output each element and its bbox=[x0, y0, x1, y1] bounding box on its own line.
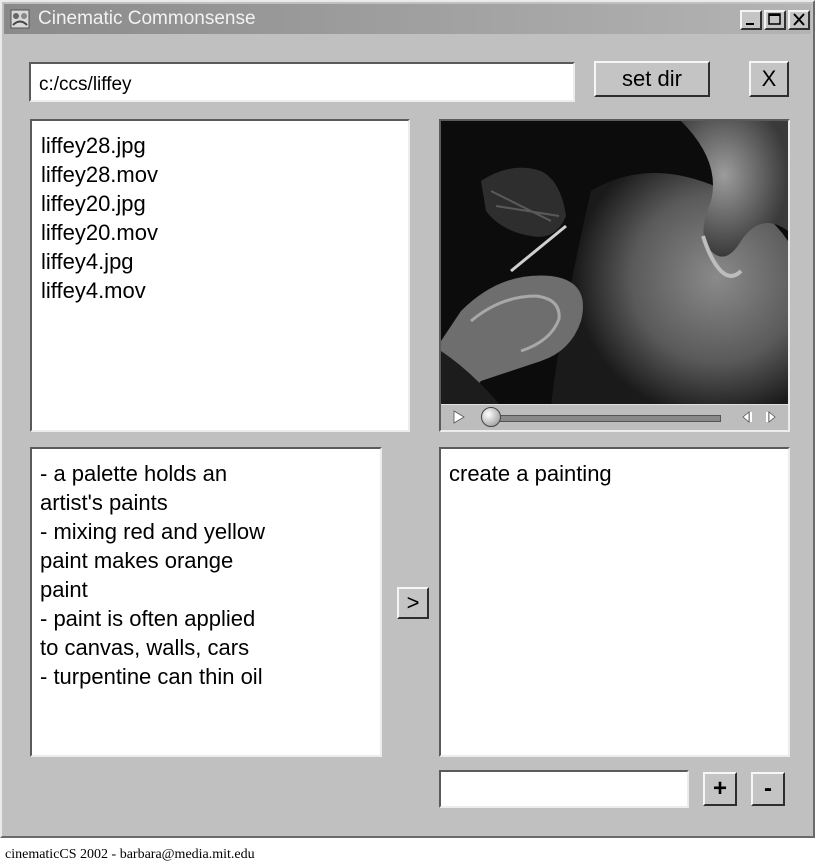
list-item: - turpentine can thin oil bbox=[40, 664, 263, 689]
app-window: Cinematic Commonsense c:/ccs/liffey set … bbox=[0, 0, 815, 838]
close-window-button[interactable] bbox=[788, 10, 810, 30]
play-icon[interactable] bbox=[447, 405, 471, 429]
list-item[interactable]: liffey4.mov bbox=[41, 276, 408, 305]
list-item: - a palette holds an bbox=[40, 461, 228, 486]
list-item[interactable]: liffey28.mov bbox=[41, 160, 408, 189]
progress-scrubber[interactable] bbox=[481, 407, 501, 427]
clear-path-button[interactable]: X bbox=[749, 61, 789, 97]
directory-path-value: c:/ccs/liffey bbox=[39, 74, 132, 95]
commonsense-list[interactable]: - a palette holds an artist's paints - m… bbox=[30, 447, 382, 757]
directory-path-field[interactable]: c:/ccs/liffey bbox=[29, 62, 575, 102]
close-icon bbox=[793, 13, 805, 26]
list-item[interactable]: liffey20.jpg bbox=[41, 189, 408, 218]
list-item[interactable]: liffey28.jpg bbox=[41, 131, 408, 160]
annotation-list[interactable]: create a painting bbox=[439, 447, 790, 757]
list-item: - mixing red and yellow bbox=[40, 519, 265, 544]
list-item[interactable]: create a painting bbox=[449, 459, 788, 488]
minimize-button[interactable] bbox=[740, 10, 762, 30]
step-forward-icon[interactable] bbox=[761, 405, 781, 429]
transfer-button[interactable]: > bbox=[397, 587, 429, 619]
file-list[interactable]: liffey28.jpg liffey28.mov liffey20.jpg l… bbox=[30, 119, 410, 432]
list-item: to canvas, walls, cars bbox=[40, 635, 250, 660]
remove-annotation-button[interactable]: - bbox=[751, 772, 785, 806]
add-annotation-button[interactable]: + bbox=[703, 772, 737, 806]
list-item: artist's paints bbox=[40, 490, 168, 515]
window-title: Cinematic Commonsense bbox=[38, 8, 256, 29]
list-item[interactable]: liffey4.jpg bbox=[41, 247, 408, 276]
annotation-input[interactable] bbox=[439, 770, 689, 808]
maximize-button[interactable] bbox=[764, 10, 786, 30]
player-controls bbox=[441, 404, 788, 430]
list-item: paint makes orange bbox=[40, 548, 234, 573]
video-frame bbox=[441, 121, 788, 406]
step-back-icon[interactable] bbox=[737, 405, 757, 429]
list-item: - paint is often applied bbox=[40, 606, 256, 631]
video-player[interactable] bbox=[439, 119, 790, 432]
list-item: paint bbox=[40, 577, 88, 602]
progress-track[interactable] bbox=[489, 415, 721, 422]
list-item[interactable]: liffey20.mov bbox=[41, 218, 408, 247]
minimize-icon bbox=[746, 23, 754, 25]
app-icon bbox=[10, 9, 30, 29]
maximize-icon bbox=[768, 13, 781, 25]
title-bar[interactable]: Cinematic Commonsense bbox=[4, 4, 811, 34]
set-dir-button[interactable]: set dir bbox=[594, 61, 710, 97]
footer-credit: cinematicCS 2002 - barbara@media.mit.edu bbox=[5, 847, 255, 862]
